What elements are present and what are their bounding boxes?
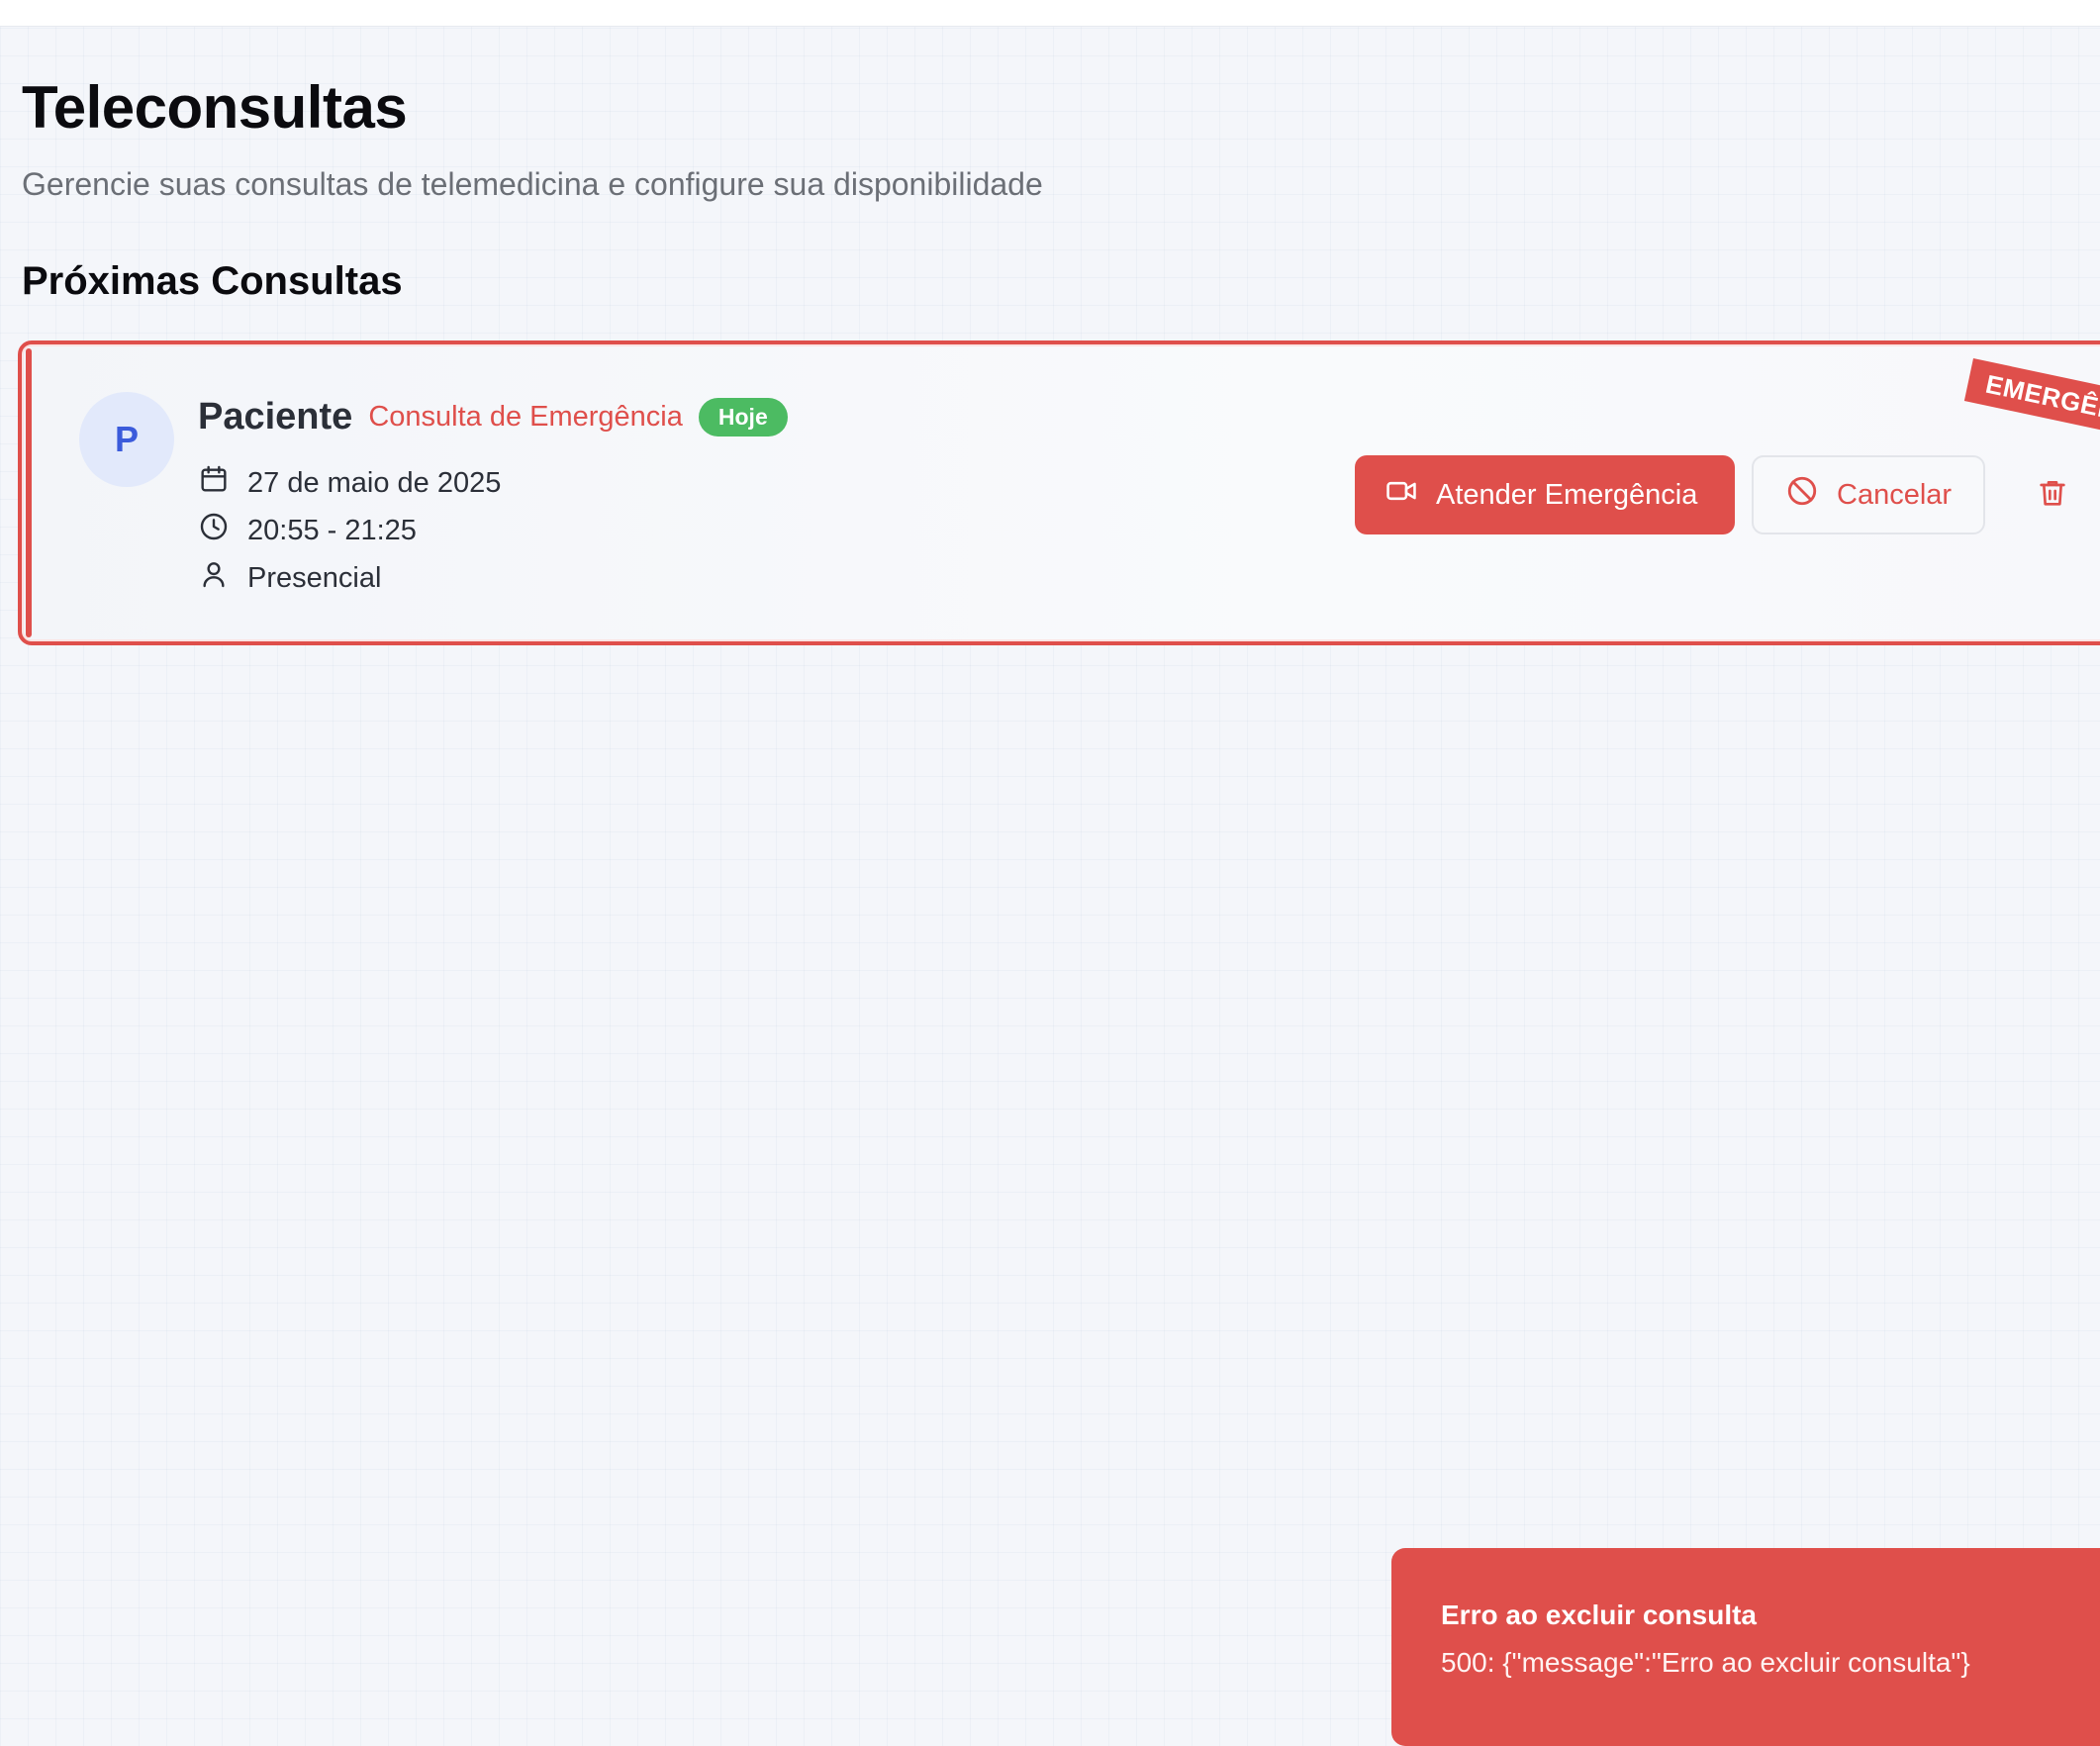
top-bar [0,0,2100,27]
patient-name: Paciente [198,395,353,437]
appointment-time: 20:55 - 21:25 [247,514,417,546]
page-subtitle: Gerencie suas consultas de telemedicina … [22,166,1043,202]
appointment-date-row: 27 de maio de 2025 [198,463,501,503]
attend-emergency-button[interactable]: Atender Emergência [1355,455,1735,534]
page-title: Teleconsultas [22,74,408,141]
error-toast: Erro ao excluir consulta 500: {"message"… [1391,1548,2100,1746]
emergency-ribbon: EMERGÊN [1963,358,2100,455]
ban-icon [1785,474,1819,516]
cancel-button[interactable]: Cancelar [1752,455,1985,534]
attend-emergency-label: Atender Emergência [1436,478,1698,511]
appointment-date: 27 de maio de 2025 [247,466,502,499]
appointment-card: EMERGÊN P Paciente Consulta de Emergênci… [18,340,2100,645]
toast-title: Erro ao excluir consulta [1441,1600,1757,1630]
toast-message: 500: {"message":"Erro ao excluir consult… [1441,1647,1970,1678]
person-icon [198,558,230,598]
cancel-label: Cancelar [1837,478,1953,511]
clock-icon [198,511,230,550]
trash-icon [2037,477,2068,514]
avatar: P [79,392,174,487]
appointment-time-row: 20:55 - 21:25 [198,511,417,550]
section-title: Próximas Consultas [22,259,403,303]
calendar-icon [198,463,230,503]
status-badge: Hoje [698,397,788,436]
appointment-header: Paciente Consulta de Emergência Hoje [198,394,788,439]
video-camera-icon [1384,474,1418,516]
card-accent-bar [26,348,32,637]
consultation-type: Consulta de Emergência [368,400,683,433]
appointment-mode-row: Presencial [198,558,381,598]
appointment-mode: Presencial [247,561,382,594]
delete-button[interactable] [2033,475,2072,515]
